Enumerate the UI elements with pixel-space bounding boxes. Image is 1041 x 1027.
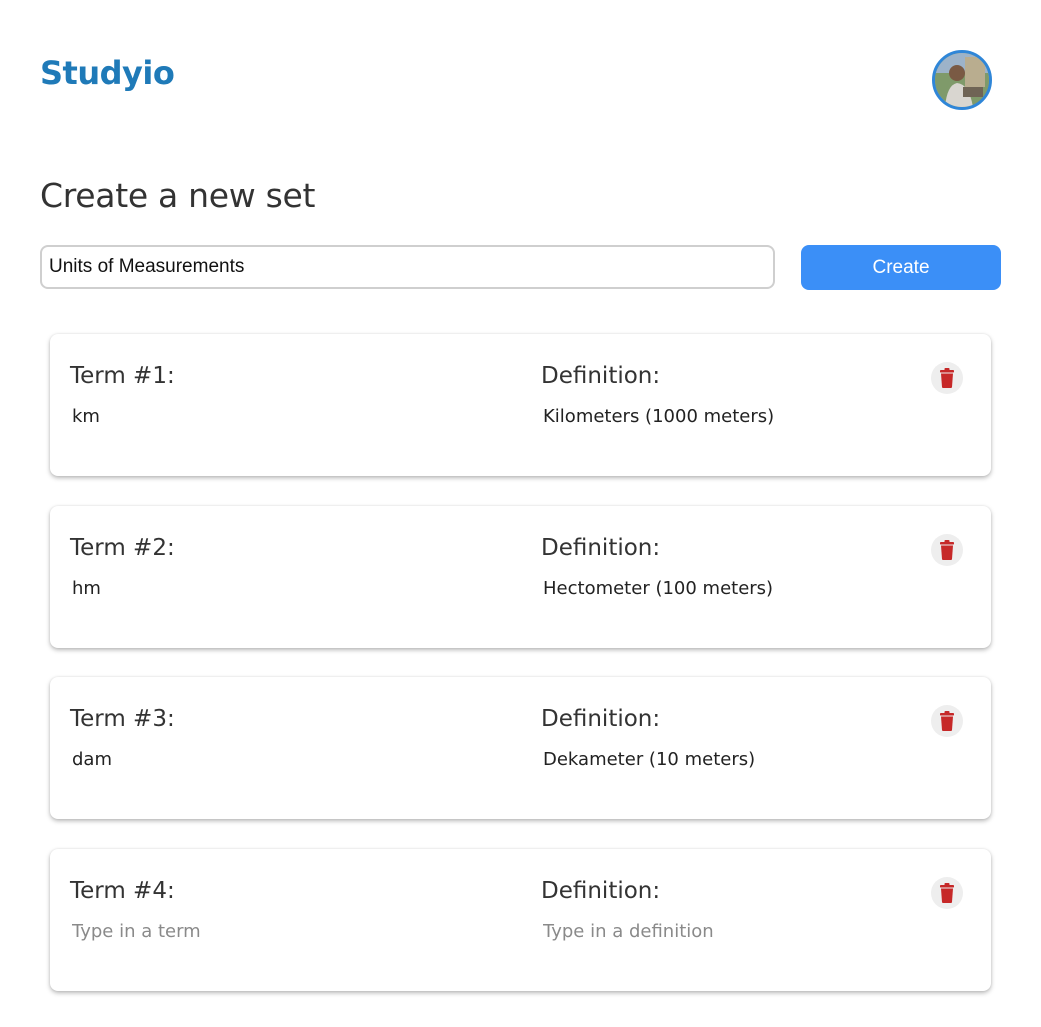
trash-icon (940, 368, 954, 388)
delete-term-button[interactable] (931, 705, 963, 737)
definition-label: Definition: (541, 706, 661, 732)
term-card: Term #4: Definition: (50, 849, 991, 991)
term-label: Term #4: (70, 878, 175, 904)
definition-label: Definition: (541, 878, 661, 904)
term-label: Term #1: (70, 363, 175, 389)
term-input[interactable] (72, 401, 492, 431)
term-input[interactable] (72, 916, 492, 946)
term-card: Term #3: Definition: (50, 677, 991, 819)
user-avatar[interactable] (932, 50, 992, 110)
brand-logo[interactable]: Studyio (40, 54, 175, 92)
delete-term-button[interactable] (931, 534, 963, 566)
term-input[interactable] (72, 744, 492, 774)
trash-icon (940, 883, 954, 903)
term-input[interactable] (72, 573, 492, 603)
definition-input[interactable] (543, 744, 923, 774)
delete-term-button[interactable] (931, 362, 963, 394)
create-button[interactable]: Create (801, 245, 1001, 290)
definition-label: Definition: (541, 535, 661, 561)
term-label: Term #2: (70, 535, 175, 561)
definition-input[interactable] (543, 573, 923, 603)
term-card: Term #2: Definition: (50, 506, 991, 648)
page-title: Create a new set (40, 176, 316, 215)
trash-icon (940, 540, 954, 560)
definition-label: Definition: (541, 363, 661, 389)
definition-input[interactable] (543, 916, 923, 946)
term-card: Term #1: Definition: (50, 334, 991, 476)
definition-input[interactable] (543, 401, 923, 431)
avatar-photo (935, 53, 989, 107)
trash-icon (940, 711, 954, 731)
term-label: Term #3: (70, 706, 175, 732)
set-name-input[interactable] (40, 245, 775, 289)
delete-term-button[interactable] (931, 877, 963, 909)
